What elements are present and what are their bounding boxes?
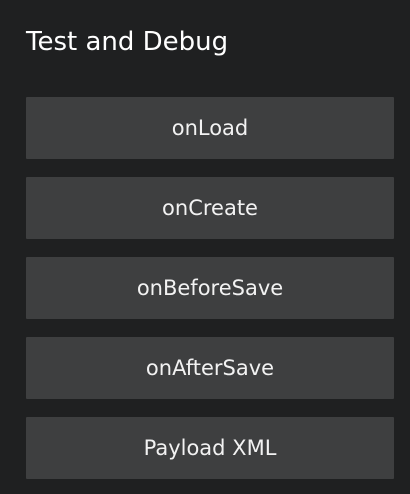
- onload-button[interactable]: onLoad: [26, 97, 394, 159]
- payload-xml-button[interactable]: Payload XML: [26, 417, 394, 479]
- test-and-debug-panel: Test and Debug onLoad onCreate onBeforeS…: [0, 0, 410, 494]
- onaftersave-button[interactable]: onAfterSave: [26, 337, 394, 399]
- oncreate-button[interactable]: onCreate: [26, 177, 394, 239]
- onbeforesave-button[interactable]: onBeforeSave: [26, 257, 394, 319]
- panel-title: Test and Debug: [26, 27, 229, 57]
- debug-button-list: onLoad onCreate onBeforeSave onAfterSave…: [26, 97, 394, 494]
